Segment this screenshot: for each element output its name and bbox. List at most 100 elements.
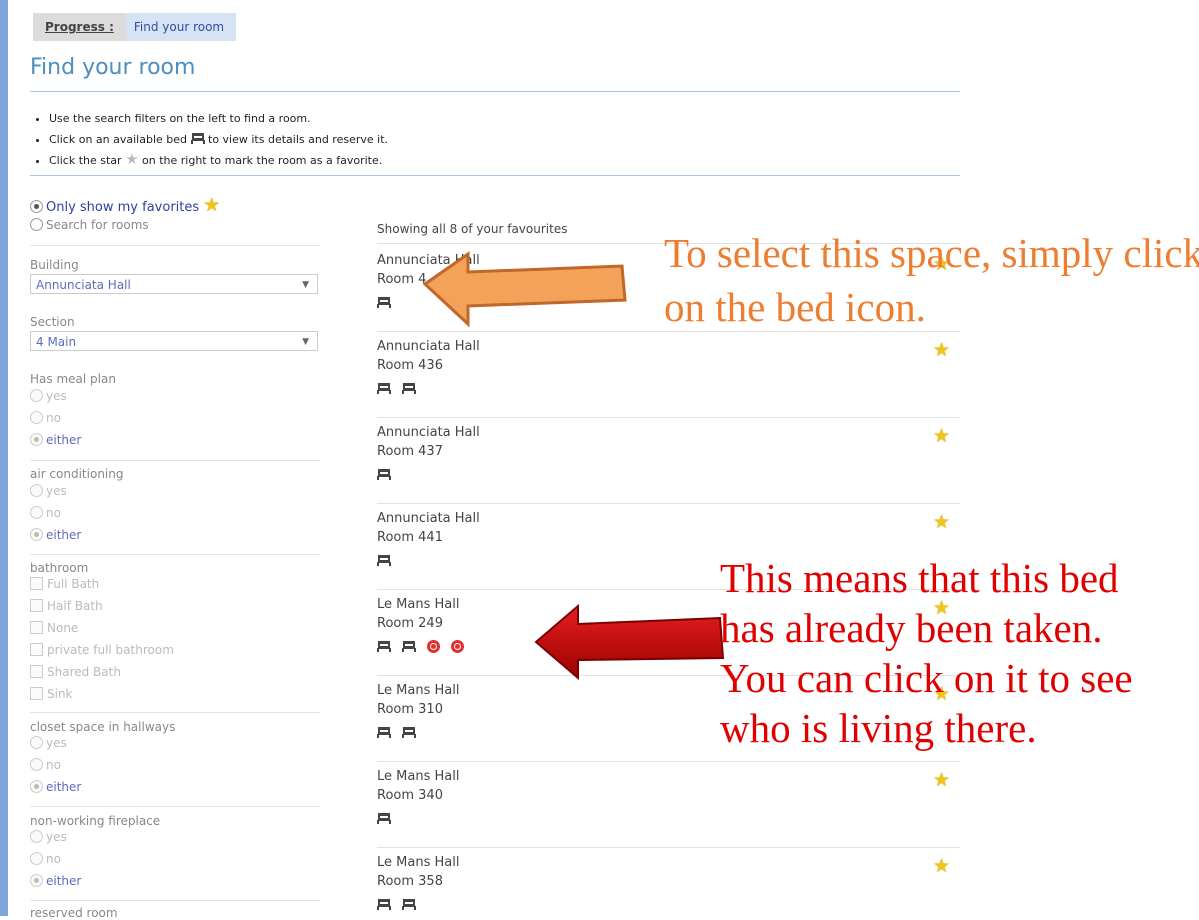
favorite-star-icon[interactable]: ★ [933,341,950,360]
search-rooms-option[interactable]: Search for rooms [30,218,149,232]
checkbox[interactable] [30,643,43,656]
section-select[interactable]: 4 Main ▼ [30,331,318,351]
bed-icon[interactable] [402,727,416,738]
option-label: Shared Bath [47,665,121,679]
arrow-shape [422,251,627,328]
favorite-star-icon[interactable]: ★ [933,857,950,876]
bathroom-full-bath[interactable]: Full Bath [30,577,99,591]
bed-icon[interactable] [377,899,391,910]
bed-icon[interactable] [377,813,391,824]
instruction-text: Click on an available bed [49,133,187,146]
room-number: Room 437 [377,444,443,459]
orange-arrow [422,251,627,328]
favorite-star-icon[interactable]: ★ [933,513,950,532]
fireplace-yes[interactable]: yes [30,830,67,844]
meal-plan-no[interactable]: no [30,411,61,425]
bed-icon[interactable] [402,641,416,652]
filter-divider [30,460,320,461]
note-line: who is living there. [720,705,1037,751]
progress-step-find-room[interactable]: Find your room [125,13,237,41]
bed-list [377,297,391,308]
meal-plan-either[interactable]: either [30,433,81,447]
bathroom-half-bath[interactable]: Half Bath [30,599,103,613]
ac-no[interactable]: no [30,506,61,520]
taken-bed-icon[interactable] [427,640,440,653]
favorites-radio[interactable] [30,200,43,213]
taken-bed-icon[interactable] [451,640,464,653]
radio-button[interactable] [30,780,43,793]
bed-list [377,555,391,566]
option-label: either [46,874,82,888]
filter-divider [30,806,320,807]
room-number: Room 358 [377,874,443,889]
room-divider [377,417,960,418]
bed-icon[interactable] [402,899,416,910]
radio-button[interactable] [30,433,43,446]
radio-button[interactable] [30,736,43,749]
favorite-star-icon[interactable]: ★ [933,427,950,446]
room-hall: Le Mans Hall [377,855,460,870]
bed-icon[interactable] [377,469,391,480]
option-label: yes [46,830,67,844]
fireplace-no[interactable]: no [30,852,61,866]
ac-yes[interactable]: yes [30,484,67,498]
radio-button[interactable] [30,758,43,771]
checkbox[interactable] [30,621,43,634]
filter-divider [30,554,320,555]
room-number: Room 436 [377,358,443,373]
bathroom-private-full[interactable]: private full bathroom [30,643,174,657]
ac-either[interactable]: either [30,528,81,542]
option-label: yes [46,736,67,750]
favorites-option[interactable]: Only show my favorites ★ [30,196,220,215]
closet-no[interactable]: no [30,758,61,772]
room-divider [377,847,960,848]
checkbox[interactable] [30,577,43,590]
bathroom-shared[interactable]: Shared Bath [30,665,121,679]
instructions-list: Use the search filters on the left to fi… [30,108,388,171]
radio-button[interactable] [30,874,43,887]
fireplace-either[interactable]: either [30,874,81,888]
section-value: 4 Main [36,335,77,349]
chevron-down-icon: ▼ [302,337,309,347]
bed-icon[interactable] [377,641,391,652]
meal-plan-yes[interactable]: yes [30,389,67,403]
option-label: either [46,433,82,447]
radio-button[interactable] [30,852,43,865]
bathroom-sink[interactable]: Sink [30,687,73,701]
checkbox[interactable] [30,665,43,678]
radio-button[interactable] [30,506,43,519]
option-label: yes [46,484,67,498]
bed-icon[interactable] [377,297,391,308]
checkbox[interactable] [30,599,43,612]
radio-button[interactable] [30,411,43,424]
search-rooms-label: Search for rooms [46,218,149,232]
fireplace-label: non-working fireplace [30,814,161,828]
favorite-star-icon[interactable]: ★ [933,771,950,790]
radio-button[interactable] [30,528,43,541]
star-icon: ★ [203,194,221,216]
building-select[interactable]: Annunciata Hall ▼ [30,274,318,294]
radio-button[interactable] [30,830,43,843]
bed-icon[interactable] [402,383,416,394]
bathroom-none[interactable]: None [30,621,78,635]
search-radio[interactable] [30,218,43,231]
bed-icon[interactable] [377,555,391,566]
note-line: You can click on it to see [720,655,1133,701]
room-row: Annunciata Hall Room 437 ★ [377,423,960,480]
room-number: Room 340 [377,788,443,803]
results-count: Showing all 8 of your favourites [377,222,568,236]
room-divider [377,503,960,504]
chevron-down-icon: ▼ [302,280,309,290]
bed-list [377,899,416,910]
room-number: Room 441 [377,530,443,545]
building-value: Annunciata Hall [36,278,131,292]
closet-yes[interactable]: yes [30,736,67,750]
bathroom-label: bathroom [30,561,89,575]
bed-icon[interactable] [377,383,391,394]
checkbox[interactable] [30,687,43,700]
radio-button[interactable] [30,389,43,402]
closet-either[interactable]: either [30,780,81,794]
bed-icon[interactable] [377,727,391,738]
room-row: Le Mans Hall Room 358 ★ [377,853,960,910]
radio-button[interactable] [30,484,43,497]
